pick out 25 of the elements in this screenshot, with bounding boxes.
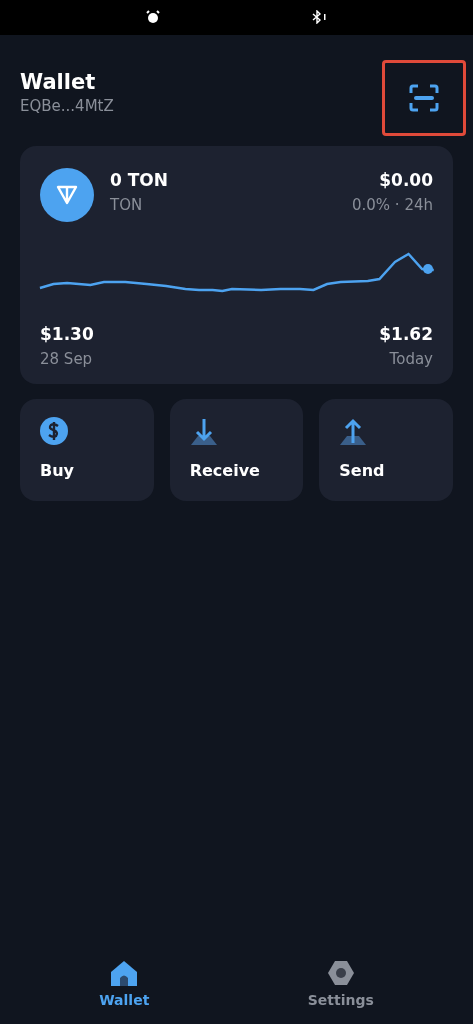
price-change: 0.0% · 24h <box>352 194 433 216</box>
fiat-value: $0.00 <box>378 169 433 192</box>
page-title: Wallet <box>20 69 97 95</box>
end-date: Today <box>388 348 433 370</box>
tab[interactable]: Wallet <box>93 959 156 1012</box>
start-date: 28 Sep <box>40 348 94 370</box>
start-price: $1.30 <box>40 323 94 346</box>
ton-logo-icon <box>40 168 94 222</box>
send-button[interactable]: Send <box>319 399 453 501</box>
end-price: $1.62 <box>379 323 433 346</box>
receive-icon <box>189 417 218 445</box>
wallet-address: EQBe...4MtZ <box>20 96 114 117</box>
alarm-icon <box>146 10 160 24</box>
token-symbol: TON <box>110 194 144 216</box>
settings-icon <box>326 960 355 986</box>
dollar-icon <box>40 417 68 445</box>
tab[interactable]: Settings <box>301 959 380 1012</box>
buy-button[interactable]: Buy <box>20 399 154 501</box>
send-icon <box>339 417 368 445</box>
bluetooth-icon <box>311 10 327 24</box>
home-icon <box>110 960 139 986</box>
token-amount: 0 TON <box>110 169 170 192</box>
receive-button[interactable]: Receive <box>169 399 304 501</box>
scan-button[interactable] <box>382 60 466 136</box>
scan-icon <box>409 84 439 112</box>
